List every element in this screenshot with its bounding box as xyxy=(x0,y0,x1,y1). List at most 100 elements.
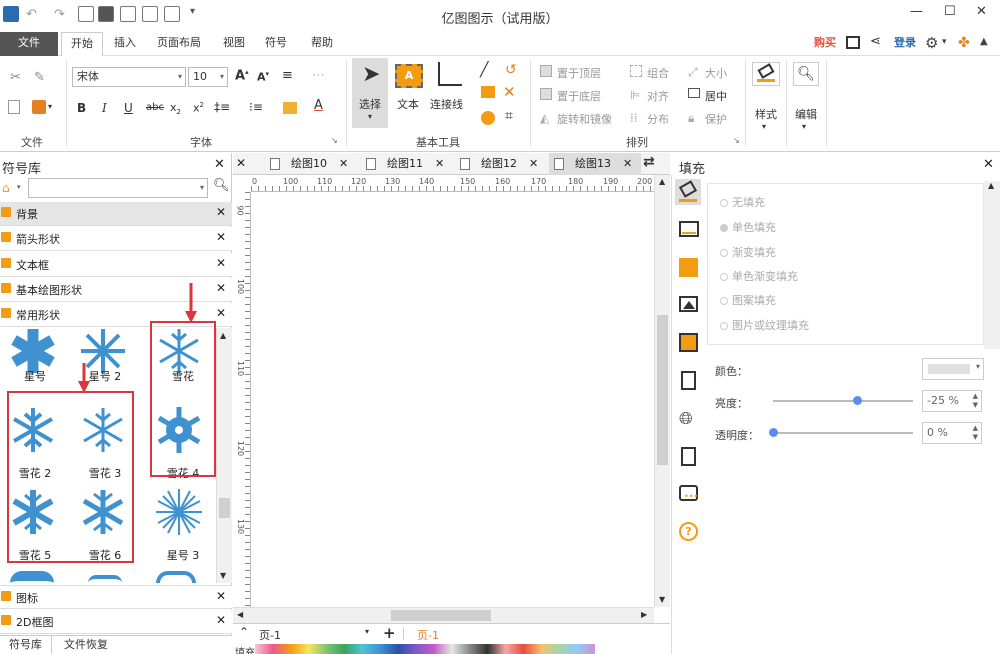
size-button[interactable]: 大小 xyxy=(705,65,727,81)
scrollbar-thumb[interactable] xyxy=(391,610,491,621)
align-button[interactable]: 对齐 xyxy=(647,88,669,104)
category-2d-block[interactable]: 2D框图 ✕ xyxy=(0,610,232,634)
center-icon[interactable] xyxy=(688,88,700,98)
category-close-icon[interactable]: ✕ xyxy=(216,256,226,270)
close-fill-panel-icon[interactable]: ✕ xyxy=(983,157,994,172)
text-tool-icon[interactable]: A xyxy=(395,64,423,88)
tab-symbol-library[interactable]: 符号库 xyxy=(0,636,52,654)
distribute-button[interactable]: 分布 xyxy=(647,111,669,127)
library-home-dropdown-icon[interactable]: ▾ xyxy=(17,183,21,191)
size-icon[interactable]: ⤢ xyxy=(688,65,698,80)
color-palette[interactable] xyxy=(255,644,595,654)
close-tab-icon[interactable]: ✕ xyxy=(435,157,444,170)
arc-shape-partial[interactable] xyxy=(88,575,122,583)
buy-link[interactable]: 购买 xyxy=(808,32,842,56)
rings-shape-partial[interactable] xyxy=(156,571,196,583)
superscript-button[interactable]: x2 xyxy=(193,101,204,115)
style-paint-icon[interactable] xyxy=(752,62,780,86)
fill-option-single-gradient[interactable]: 单色渐变填充 xyxy=(720,268,798,284)
page-select[interactable]: 页-1 ▾ xyxy=(259,627,371,643)
send-to-back-icon[interactable] xyxy=(540,88,552,100)
account-card-icon[interactable] xyxy=(846,36,860,49)
scrollbar-thumb[interactable] xyxy=(657,315,668,465)
fill-option-none[interactable]: 无填充 xyxy=(720,194,765,210)
brand-flower-icon[interactable]: ✤ xyxy=(958,35,970,51)
font-shrink-icon[interactable]: A▾ xyxy=(257,70,269,84)
send-to-back-button[interactable]: 置于底层 xyxy=(557,88,601,104)
bold-button[interactable]: B xyxy=(77,101,86,115)
drawing-canvas[interactable] xyxy=(251,192,656,607)
settings-gear-icon[interactable]: ⚙ xyxy=(925,34,938,52)
text-spacing-icon[interactable]: ‡≡ xyxy=(214,100,230,114)
doc-tab-12[interactable]: 绘图12 ✕ xyxy=(455,153,547,175)
layer-sidebar-icon[interactable] xyxy=(679,333,698,352)
italic-button[interactable]: I xyxy=(102,101,107,115)
fill-option-picture[interactable]: 图片或纹理填充 xyxy=(720,317,809,333)
login-link[interactable]: 登录 xyxy=(888,32,922,56)
library-scrollbar[interactable]: ▲ ▼ xyxy=(216,328,232,583)
line-tool-icon[interactable]: ╱ xyxy=(480,62,488,78)
highlight-color-icon[interactable] xyxy=(283,102,297,114)
shape-asterisk-3[interactable]: 星号 3 xyxy=(148,485,218,565)
fill-option-pattern[interactable]: 图案填充 xyxy=(720,292,776,308)
library-search-input[interactable]: ▾ xyxy=(28,178,208,198)
category-close-icon[interactable]: ✕ xyxy=(216,205,226,219)
bullet-list-icon[interactable]: ⁝≡ xyxy=(249,100,263,114)
distribute-icon[interactable]: ⁞⁞ xyxy=(630,111,638,125)
tab-insert[interactable]: 插入 xyxy=(106,32,144,56)
arc-tool-icon[interactable]: ↺ xyxy=(505,62,517,78)
tab-home[interactable]: 开始 xyxy=(61,32,103,57)
library-search-icon[interactable]: 🔍︎ xyxy=(213,178,230,193)
line-spacing-icon[interactable]: ≡ xyxy=(282,68,293,83)
font-family-select[interactable]: 宋体 ▾ xyxy=(72,67,186,87)
settings-dropdown-icon[interactable]: ▾ xyxy=(942,37,947,47)
ribbon-collapse-icon[interactable]: ▲ xyxy=(980,36,988,47)
crop-tool-icon[interactable]: ⌗ xyxy=(505,108,513,124)
protect-button[interactable]: 保护 xyxy=(705,111,727,127)
category-close-icon[interactable]: ✕ xyxy=(216,230,226,244)
category-close-icon[interactable]: ✕ xyxy=(216,589,226,603)
page-sidebar-icon[interactable] xyxy=(681,371,696,390)
category-icons[interactable]: 图标 ✕ xyxy=(0,585,232,609)
paste-icon[interactable] xyxy=(32,100,46,114)
rotate-mirror-icon[interactable]: ◭ xyxy=(540,111,549,125)
tab-view[interactable]: 视图 xyxy=(214,32,254,56)
transparency-slider[interactable] xyxy=(773,432,913,434)
close-tab-icon[interactable]: ✕ xyxy=(529,157,538,170)
share-icon[interactable]: ⋖ xyxy=(870,34,881,49)
category-text-box[interactable]: 文本框 ✕ xyxy=(0,253,232,277)
add-page-icon[interactable]: + xyxy=(383,624,396,642)
scrollbar-thumb[interactable] xyxy=(219,498,230,518)
category-background[interactable]: 背景 ✕ xyxy=(0,202,232,226)
doc-tab-11[interactable]: 绘图11 ✕ xyxy=(361,153,453,175)
close-all-tabs-icon[interactable]: ✕ xyxy=(236,156,246,170)
tab-symbol[interactable]: 符号 xyxy=(256,32,296,56)
sunburst-shape-partial[interactable] xyxy=(10,571,54,583)
rectangle-tool-icon[interactable] xyxy=(481,86,495,98)
tab-scroll-arrows-icon[interactable]: ⇄ xyxy=(643,154,655,170)
image-sidebar-icon[interactable] xyxy=(679,296,698,312)
brightness-slider-knob[interactable] xyxy=(853,396,862,405)
bring-to-front-button[interactable]: 置于顶层 xyxy=(557,65,601,81)
close-tab-icon[interactable]: ✕ xyxy=(339,157,348,170)
doc-tab-13[interactable]: 绘图13 ✕ xyxy=(549,153,641,175)
category-close-icon[interactable]: ✕ xyxy=(216,306,226,320)
font-color-icon[interactable]: A xyxy=(314,98,323,113)
doc-tab-10[interactable]: 绘图10 ✕ xyxy=(265,153,357,175)
page-tab-1[interactable]: 页-1 xyxy=(417,627,439,643)
globe-sidebar-icon[interactable]: 🌐︎ xyxy=(679,409,693,429)
center-button[interactable]: 居中 xyxy=(705,88,727,104)
close-window-button[interactable]: ✕ xyxy=(976,4,987,19)
subscript-button[interactable]: x2 xyxy=(170,101,181,116)
style-dropdown-icon[interactable]: ▾ xyxy=(762,122,766,131)
close-tab-icon[interactable]: ✕ xyxy=(623,157,632,170)
maximize-button[interactable]: ☐ xyxy=(944,4,956,19)
paste-dropdown-icon[interactable]: ▾ xyxy=(48,102,52,111)
group-button[interactable]: 组合 xyxy=(647,65,669,81)
line-sidebar-icon[interactable] xyxy=(679,221,699,237)
bring-to-front-icon[interactable] xyxy=(540,65,552,77)
connector-tool-icon[interactable] xyxy=(438,62,462,86)
group-icon[interactable] xyxy=(630,65,642,77)
edit-dropdown-icon[interactable]: ▾ xyxy=(802,122,806,131)
strikethrough-button[interactable]: abc xyxy=(146,102,164,113)
